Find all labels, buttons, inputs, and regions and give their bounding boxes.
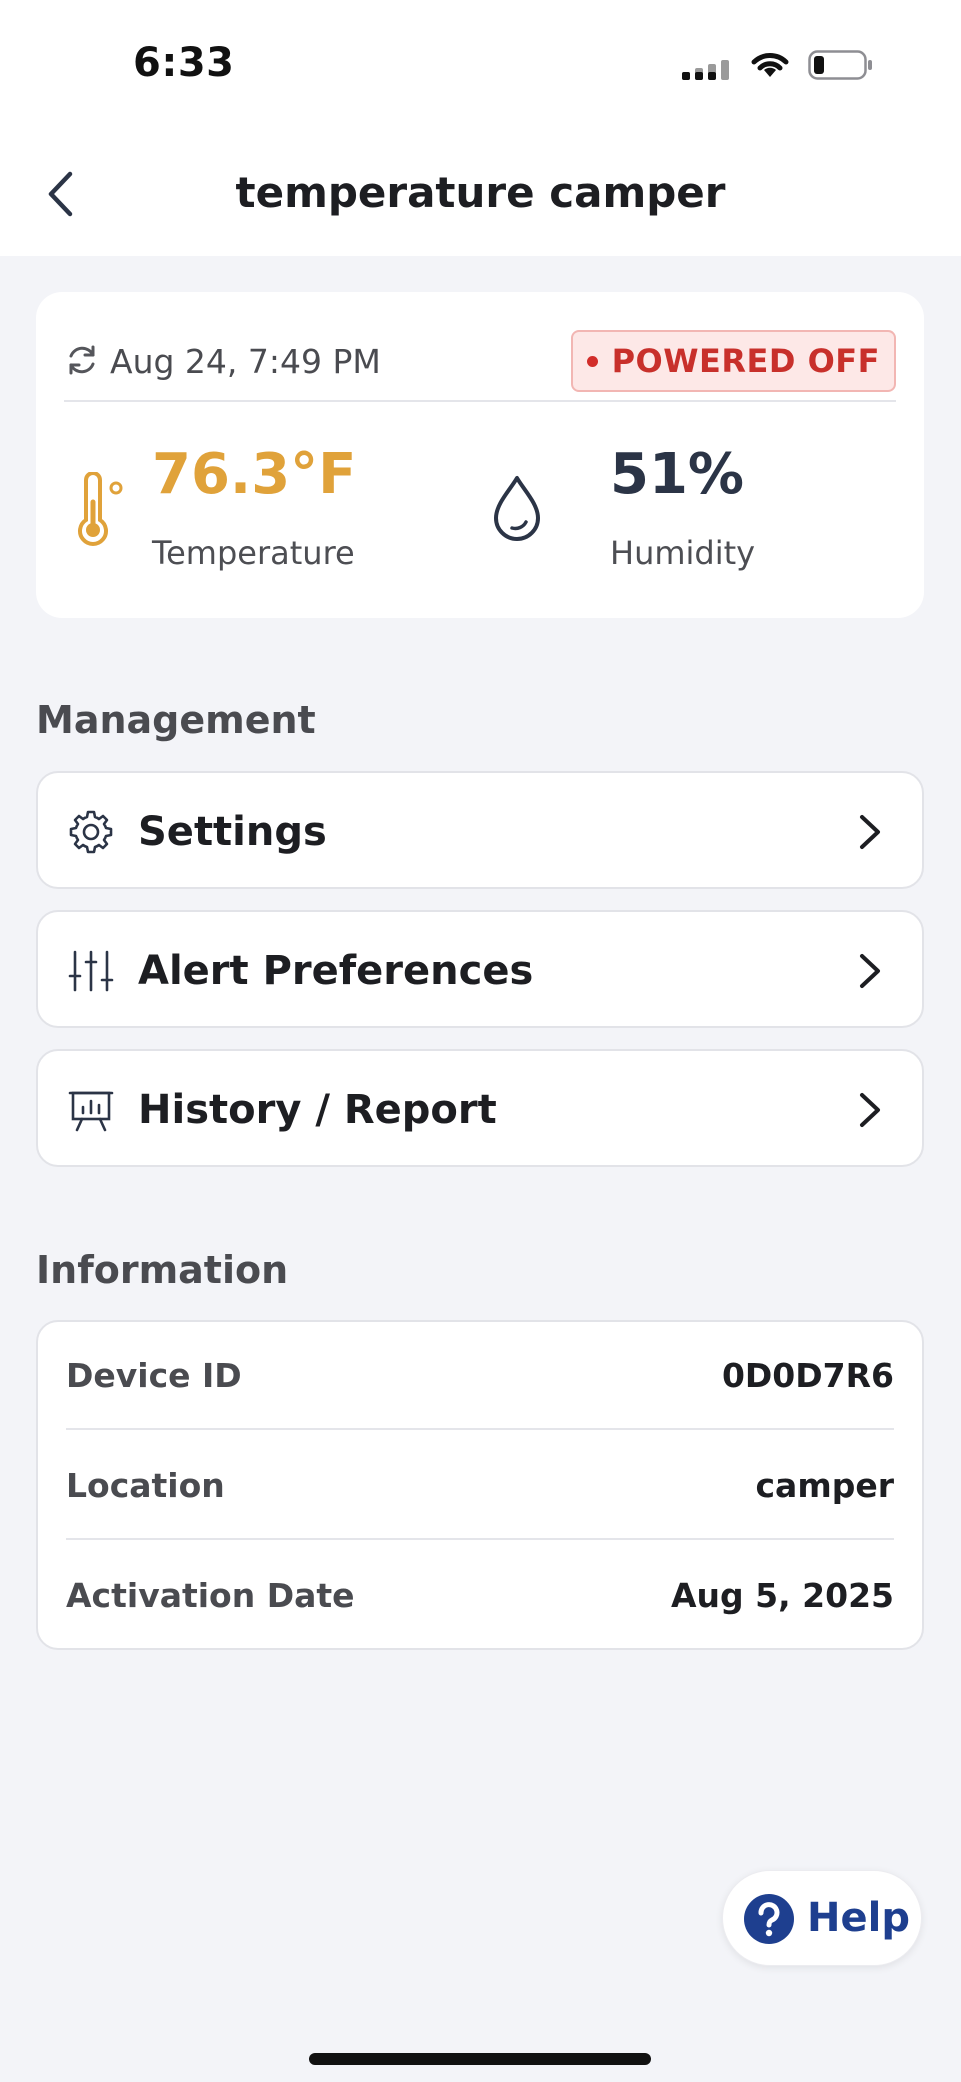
thermometer-icon [78, 472, 123, 546]
info-label: Device ID [66, 1356, 242, 1395]
reading-card: Aug 24, 7:49 PM POWERED OFF 76.3°F Tempe… [36, 292, 924, 618]
temperature-value: 76.3°F [152, 442, 357, 507]
info-label: Location [66, 1466, 225, 1505]
information-section-title: Information [36, 1248, 289, 1292]
info-value: camper [755, 1466, 895, 1505]
info-label: Activation Date [66, 1576, 355, 1615]
humidity-label: Humidity [610, 534, 756, 572]
menu-item-label: Alert Preferences [138, 948, 534, 994]
menu-item-settings[interactable]: Settings [36, 771, 924, 889]
humidity-value: 51% [610, 442, 745, 507]
chevron-right-icon [860, 815, 880, 849]
status-badge: POWERED OFF [570, 330, 896, 392]
temperature-label: Temperature [152, 534, 355, 572]
screen: 6:33 temperature camper Aug 24, 7:49 PM … [0, 0, 961, 2082]
water-drop-icon [494, 476, 540, 541]
chevron-right-icon [860, 954, 880, 988]
sliders-icon [68, 950, 114, 992]
home-indicator[interactable] [309, 2053, 651, 2065]
presentation-chart-icon [68, 1091, 114, 1132]
info-value: 0D0D7R6 [721, 1356, 894, 1395]
status-dot-icon [586, 355, 598, 367]
status-badge-label: POWERED OFF [611, 342, 880, 380]
management-section-title: Management [36, 698, 316, 742]
info-value: Aug 5, 2025 [671, 1576, 894, 1615]
status-bar-time: 6:33 [133, 40, 235, 86]
temperature-metric: 76.3°F Temperature [72, 442, 452, 582]
refresh-icon[interactable] [64, 342, 100, 378]
wifi-icon [751, 53, 789, 77]
gear-icon [69, 810, 113, 854]
battery-icon [808, 50, 872, 80]
cellular-signal-icon [682, 58, 732, 80]
page-title: temperature camper [235, 168, 726, 217]
information-card: Device ID 0D0D7R6 Location camper Activa… [36, 1320, 924, 1650]
question-circle-icon [744, 1894, 794, 1944]
humidity-metric: 51% Humidity [490, 442, 890, 582]
menu-item-alert-preferences[interactable]: Alert Preferences [36, 910, 924, 1028]
menu-item-history-report[interactable]: History / Report [36, 1049, 924, 1167]
info-row-activation-date: Activation Date Aug 5, 2025 [66, 1542, 894, 1650]
info-row-location: Location camper [66, 1432, 894, 1540]
chevron-right-icon [860, 1093, 880, 1127]
menu-item-label: History / Report [138, 1087, 497, 1133]
menu-item-label: Settings [138, 809, 327, 855]
reading-header: Aug 24, 7:49 PM POWERED OFF [64, 316, 896, 402]
help-label: Help [807, 1895, 910, 1941]
help-button[interactable]: Help [722, 1870, 922, 1966]
info-row-device-id: Device ID 0D0D7R6 [66, 1322, 894, 1430]
top-bar: 6:33 temperature camper [0, 0, 961, 256]
last-update-timestamp: Aug 24, 7:49 PM [110, 342, 381, 381]
